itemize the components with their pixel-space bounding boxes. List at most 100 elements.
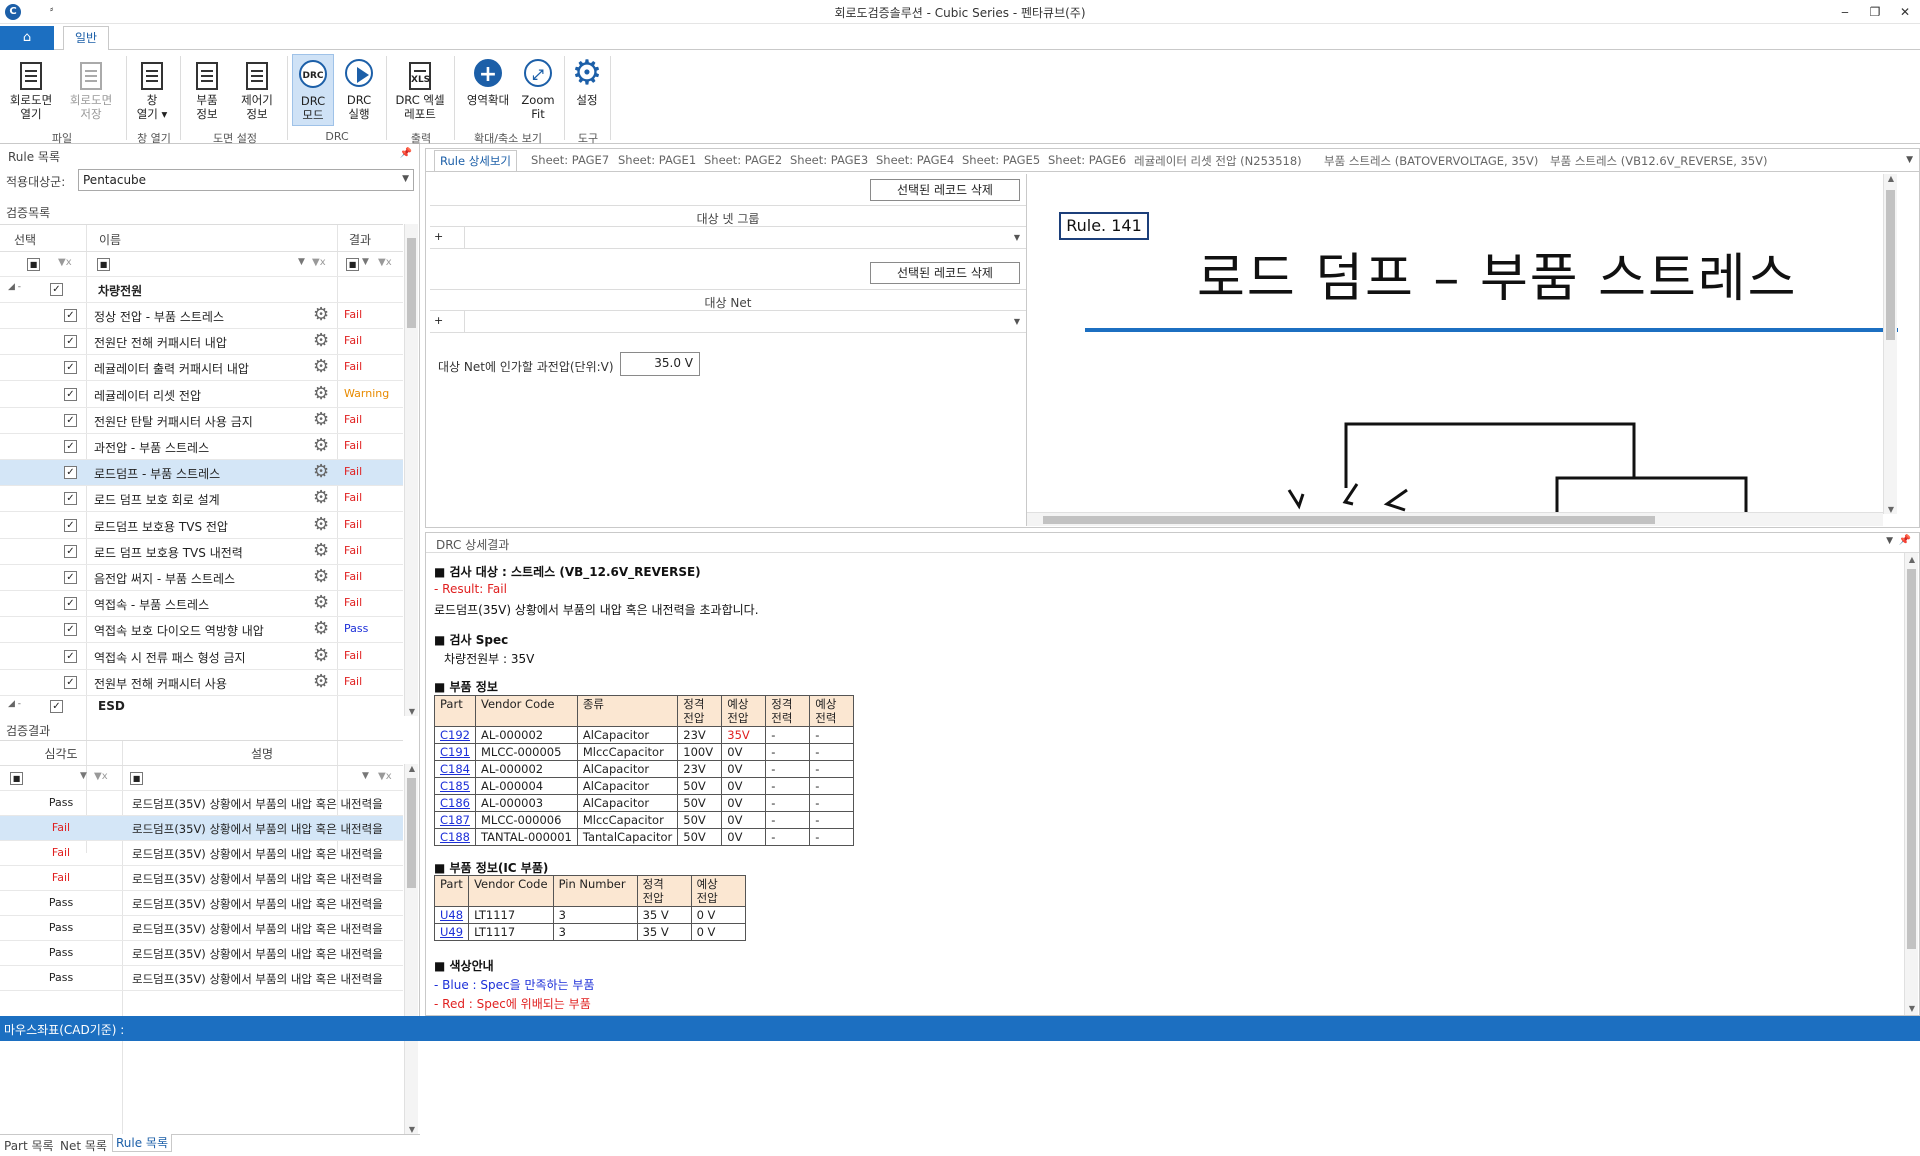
part-link[interactable]: C186 xyxy=(440,796,470,810)
zoom-area-button[interactable]: + 영역확대 xyxy=(458,54,518,126)
result-row[interactable]: Pass 로드덤프(35V) 상황에서 부품의 내압 혹은 내전력을 xyxy=(0,966,403,991)
result-row[interactable]: Fail 로드덤프(35V) 상황에서 부품의 내압 혹은 내전력을 xyxy=(0,816,403,841)
rule-checkbox[interactable]: ✓ xyxy=(64,675,77,689)
rule-row[interactable]: ✓ 로드 덤프 보호 회로 설계 ⚙ Fail xyxy=(0,486,403,513)
rule-checkbox[interactable]: ✓ xyxy=(64,335,77,349)
filter-checkbox[interactable]: ■ xyxy=(97,258,110,271)
excel-report-button[interactable]: XLS DRC 엑셀 레포트 xyxy=(390,54,450,126)
gear-icon[interactable]: ⚙ xyxy=(313,671,329,692)
scroll-thumb[interactable] xyxy=(1886,190,1895,340)
open-schematic-button[interactable]: 회로도면 열기 xyxy=(4,54,58,126)
net-group-input-row[interactable]: + ▼ xyxy=(430,227,1026,249)
scroll-down-icon[interactable]: ▼ xyxy=(405,1125,419,1134)
scroll-thumb[interactable] xyxy=(1907,569,1916,949)
rule-row[interactable]: ✓ 전원부 전해 커패시터 사용 ⚙ Fail xyxy=(0,670,403,696)
drc-detail-scrollbar[interactable]: ▲ ▼ xyxy=(1904,553,1918,1015)
col-header-description[interactable]: 설명 xyxy=(122,745,402,762)
scroll-thumb[interactable] xyxy=(407,778,416,888)
gear-icon[interactable]: ⚙ xyxy=(313,645,329,666)
rule-grid-scrollbar[interactable]: ▼ xyxy=(404,224,418,716)
scroll-down-icon[interactable]: ▼ xyxy=(1884,505,1898,514)
window-open-button[interactable]: 창 열기 ▾ xyxy=(132,54,172,126)
col-header-severity[interactable]: 심각도 xyxy=(0,745,122,762)
group-checkbox[interactable]: ✓ xyxy=(50,283,63,296)
rule-row[interactable]: ✓ 레귤레이터 리셋 전압 ⚙ Warning xyxy=(0,382,403,408)
document-tab[interactable]: Rule 상세보기 xyxy=(434,150,518,171)
rule-row[interactable]: ✓ 레귤레이터 출력 커패시터 내압 ⚙ Fail xyxy=(0,355,403,382)
rule-row[interactable]: ✓ 전원단 탄탈 커패시터 사용 금지 ⚙ Fail xyxy=(0,408,403,434)
tab-list-dropdown-icon[interactable]: ▼ xyxy=(1906,155,1913,165)
chevron-down-icon[interactable]: ▼ xyxy=(298,257,305,267)
result-row[interactable]: Pass 로드덤프(35V) 상황에서 부품의 내압 혹은 내전력을 xyxy=(0,916,403,941)
rule-row[interactable]: ✓ 역접속 - 부품 스트레스 ⚙ Fail xyxy=(0,591,403,618)
rule-row[interactable]: ✓ 과전압 - 부품 스트레스 ⚙ Fail xyxy=(0,434,403,460)
rule-row[interactable]: ✓ 음전압 써지 - 부품 스트레스 ⚙ Fail xyxy=(0,565,403,591)
net-input-row[interactable]: + ▼ xyxy=(430,311,1026,333)
controller-info-button[interactable]: 제어기 정보 xyxy=(234,54,280,126)
part-link[interactable]: C191 xyxy=(440,745,470,759)
chevron-down-icon[interactable]: ▼ xyxy=(362,257,369,267)
result-row[interactable]: Pass 로드덤프(35V) 상황에서 부품의 내압 혹은 내전력을 xyxy=(0,891,403,916)
gear-icon[interactable]: ⚙ xyxy=(313,461,329,482)
gear-icon[interactable]: ⚙ xyxy=(313,409,329,430)
gear-icon[interactable]: ⚙ xyxy=(313,514,329,535)
part-link[interactable]: U48 xyxy=(440,908,463,922)
group-checkbox[interactable]: ✓ xyxy=(50,700,63,713)
pin-icon[interactable]: 📌 xyxy=(1899,535,1911,546)
gear-icon[interactable]: ⚙ xyxy=(313,566,329,587)
group-row-esd[interactable]: ◢ ‑ ✓ ESD xyxy=(0,697,403,717)
rule-checkbox[interactable]: ✓ xyxy=(64,492,77,506)
chevron-down-icon[interactable]: ▼ xyxy=(362,771,369,781)
target-select[interactable]: Pentacube ▼ xyxy=(78,169,414,191)
rule-checkbox[interactable]: ✓ xyxy=(64,361,77,375)
rule-checkbox[interactable]: ✓ xyxy=(64,649,77,663)
canvas-vscroll[interactable]: ▲ ▼ xyxy=(1883,174,1897,514)
document-tab[interactable]: Sheet: PAGE6 xyxy=(1048,153,1126,167)
document-tab[interactable]: 부품 스트레스 (BATOVERVOLTAGE, 35V) xyxy=(1324,153,1538,169)
part-link[interactable]: C187 xyxy=(440,813,470,827)
rule-row[interactable]: ✓ 역접속 보호 다이오드 역방향 내압 ⚙ Pass xyxy=(0,617,403,644)
filter-checkbox[interactable]: ■ xyxy=(27,258,40,271)
result-row[interactable]: Fail 로드덤프(35V) 상황에서 부품의 내압 혹은 내전력을 xyxy=(0,841,403,866)
schematic-canvas[interactable]: Rule. 141 로드 덤프 – 부품 스트레스 ▲ ▼ xyxy=(1026,174,1898,526)
settings-button[interactable]: ⚙ 설정 xyxy=(568,54,606,126)
gear-icon[interactable]: ⚙ xyxy=(313,487,329,508)
save-schematic-button[interactable]: 회로도면 저장 xyxy=(64,54,118,126)
document-tab[interactable]: 레귤레이터 리셋 전압 (N253518) xyxy=(1134,153,1302,169)
rule-checkbox[interactable]: ✓ xyxy=(64,413,77,427)
rule-checkbox[interactable]: ✓ xyxy=(64,387,77,401)
tab-rule-list[interactable]: Rule 목록 xyxy=(112,1134,173,1152)
part-link[interactable]: U49 xyxy=(440,925,463,939)
rule-checkbox[interactable]: ✓ xyxy=(64,544,77,558)
gear-icon[interactable]: ⚙ xyxy=(313,618,329,639)
rule-checkbox[interactable]: ✓ xyxy=(64,466,77,480)
zoom-fit-button[interactable]: ⤢ Zoom Fit xyxy=(518,54,558,126)
filter-clear-icon[interactable]: ▼x xyxy=(94,771,108,782)
rule-row[interactable]: ✓ 역접속 시 전류 패스 형성 금지 ⚙ Fail xyxy=(0,644,403,670)
scroll-thumb[interactable] xyxy=(1043,516,1655,524)
document-tab[interactable]: Sheet: PAGE7 xyxy=(531,153,609,167)
tab-net-list[interactable]: Net 목록 xyxy=(60,1137,107,1154)
gear-icon[interactable]: ⚙ xyxy=(313,304,329,325)
filter-clear-icon[interactable]: ▼x xyxy=(378,257,392,268)
drc-mode-button[interactable]: DRC DRC 모드 xyxy=(292,54,334,126)
scroll-up-icon[interactable]: ▲ xyxy=(1884,174,1898,183)
rule-checkbox[interactable]: ✓ xyxy=(64,518,77,532)
home-menu-button[interactable]: ⌂ xyxy=(0,26,54,50)
part-link[interactable]: C188 xyxy=(440,830,470,844)
col-header-result[interactable]: 결과 xyxy=(340,231,380,248)
filter-clear-icon[interactable]: ▼x xyxy=(378,771,392,782)
chevron-down-icon[interactable]: ▼ xyxy=(80,771,87,781)
rule-row[interactable]: ✓ 로드덤프 - 부품 스트레스 ⚙ Fail xyxy=(0,460,403,487)
chevron-down-icon[interactable]: ▼ xyxy=(1886,536,1893,546)
chevron-down-icon[interactable]: ▼ xyxy=(1014,233,1020,242)
gear-icon[interactable]: ⚙ xyxy=(313,592,329,613)
document-tab[interactable]: Sheet: PAGE2 xyxy=(704,153,782,167)
gear-icon[interactable]: ⚙ xyxy=(313,356,329,377)
scroll-thumb[interactable] xyxy=(407,238,416,328)
result-row[interactable]: Pass 로드덤프(35V) 상황에서 부품의 내압 혹은 내전력을 xyxy=(0,941,403,966)
rule-row[interactable]: ✓ 로드 덤프 보호용 TVS 내전력 ⚙ Fail xyxy=(0,539,403,565)
filter-clear-icon[interactable]: ▼x xyxy=(312,257,326,268)
result-row[interactable]: Pass 로드덤프(35V) 상황에서 부품의 내압 혹은 내전력을 xyxy=(0,791,403,816)
add-icon[interactable]: + xyxy=(434,230,443,243)
